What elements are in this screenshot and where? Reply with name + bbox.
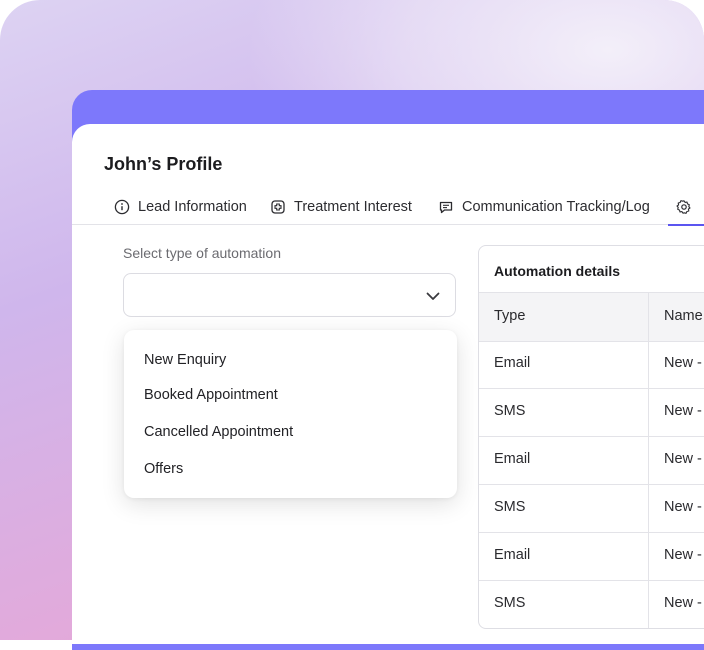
name-cell: New - — [664, 451, 702, 467]
type-cell: SMS — [494, 499, 526, 515]
tab-treatment-interest[interactable]: Treatment Interest — [270, 190, 412, 224]
option-new-enquiry[interactable]: New Enquiry — [144, 352, 226, 368]
automation-type-select[interactable] — [123, 273, 456, 317]
type-cell: SMS — [494, 595, 526, 611]
name-cell: New - — [664, 595, 702, 611]
page-title: John’s Profile — [104, 154, 223, 174]
tab-label: Lead Information — [138, 199, 247, 215]
automation-details-card: Automation details Type Name Email New -… — [478, 245, 704, 629]
row-divider — [479, 532, 704, 533]
tab-automation[interactable] — [668, 190, 704, 226]
chevron-down-icon — [426, 292, 440, 300]
row-divider — [479, 484, 704, 485]
gear-icon — [676, 200, 691, 214]
column-divider — [648, 292, 649, 628]
profile-tabs: Lead Information Treatment Interest Comm… — [72, 190, 704, 226]
name-cell: New - — [664, 355, 702, 371]
row-divider — [479, 388, 704, 389]
tab-label: Treatment Interest — [294, 199, 412, 215]
tab-label: Communication Tracking/Log — [462, 199, 650, 215]
medical-plus-icon — [271, 200, 285, 214]
option-offers[interactable]: Offers — [144, 461, 183, 477]
tab-lead-information[interactable]: Lead Information — [114, 190, 247, 224]
automation-select-label: Select type of automation — [123, 245, 281, 261]
type-cell: Email — [494, 451, 531, 467]
details-title: Automation details — [494, 263, 621, 279]
name-cell: New - — [664, 403, 702, 419]
chat-icon — [439, 201, 453, 214]
column-header-name: Name — [664, 308, 703, 324]
name-cell: New - — [664, 547, 702, 563]
name-cell: New - — [664, 499, 702, 515]
option-booked-appointment[interactable]: Booked Appointment — [144, 387, 278, 403]
tab-communication-log[interactable]: Communication Tracking/Log — [438, 190, 650, 224]
type-cell: Email — [494, 547, 531, 563]
row-divider — [479, 436, 704, 437]
info-icon — [114, 199, 130, 215]
option-cancelled-appointment[interactable]: Cancelled Appointment — [144, 424, 293, 440]
row-divider — [479, 580, 704, 581]
type-cell: SMS — [494, 403, 526, 419]
automation-options-dropdown: New Enquiry Booked Appointment Cancelled… — [124, 330, 457, 498]
table-header: Type Name — [479, 292, 704, 342]
type-cell: Email — [494, 355, 531, 371]
column-header-type: Type — [494, 308, 526, 324]
